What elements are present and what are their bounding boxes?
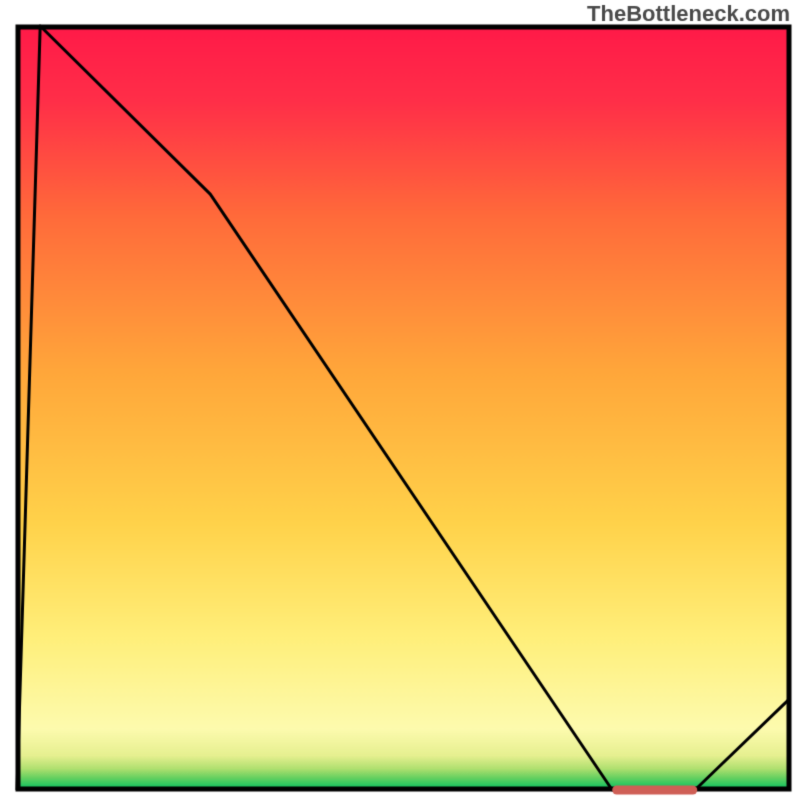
bottleneck-chart bbox=[0, 0, 800, 800]
